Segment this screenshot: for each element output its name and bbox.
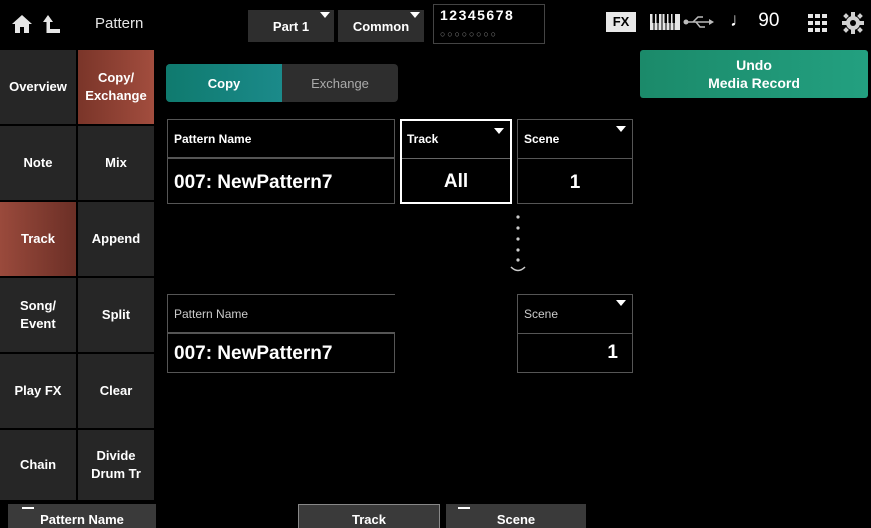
source-track-field[interactable]: Track All: [400, 119, 512, 204]
tempo-value: 90: [758, 10, 780, 31]
tab-label-2: Drum Tr: [91, 466, 141, 481]
page-title: Pattern: [95, 15, 144, 32]
tab-mix[interactable]: Mix: [78, 126, 156, 202]
gear-icon[interactable]: [842, 12, 864, 39]
back-arrow-icon[interactable]: [40, 12, 64, 36]
bottom-pattern-name-button[interactable]: Pattern Name: [8, 504, 156, 528]
undo-label: Undo: [736, 57, 772, 73]
track-numbers: 12345678: [440, 7, 515, 23]
keyboard-icon: [650, 12, 680, 37]
tab-label: Mix: [105, 155, 127, 170]
tab-overview[interactable]: Overview: [0, 50, 78, 126]
tab-label-2: Exchange: [85, 88, 147, 103]
copy-mode-button[interactable]: Copy: [166, 64, 282, 102]
tab-label: Clear: [99, 383, 133, 398]
mode-toggle: Copy Exchange: [166, 64, 398, 102]
fx-indicator: FX: [606, 12, 636, 32]
bottom-pattern-name-label: Pattern Name: [40, 511, 124, 527]
common-select[interactable]: Common: [338, 10, 424, 42]
tab-label-2: Event: [20, 316, 56, 331]
usb-icon: [683, 14, 715, 35]
dest-scene-value: 1: [607, 342, 618, 363]
part-label: Part 1: [272, 18, 310, 34]
chevron-down-icon: [616, 126, 626, 132]
bottom-track-label: Track: [352, 512, 386, 527]
tab-label: Overview: [9, 79, 67, 94]
dest-pattern-name-field[interactable]: 007: NewPattern7: [167, 333, 395, 373]
tab-divide-drum-tr[interactable]: Divide Drum Tr: [78, 430, 156, 502]
divider: [518, 158, 632, 159]
tab-song-event[interactable]: Song/Event: [0, 278, 78, 354]
divider: [402, 158, 510, 159]
part-select[interactable]: Part 1: [248, 10, 334, 42]
tab-clear[interactable]: Clear: [78, 354, 156, 430]
bottom-track-button[interactable]: Track: [298, 504, 440, 528]
common-label: Common: [352, 18, 410, 34]
tab-label: Song/: [19, 298, 57, 313]
bottom-scene-button[interactable]: Scene: [446, 504, 586, 528]
source-scene-label: Scene: [524, 132, 560, 146]
chevron-down-icon: [616, 300, 626, 306]
grid-icon[interactable]: [808, 14, 828, 37]
track-indicator: 12345678 ○○○○○○○○: [433, 4, 545, 44]
tab-label: Play FX: [14, 383, 62, 398]
source-pattern-name-value: 007: NewPattern7: [174, 172, 333, 193]
tab-chain[interactable]: Chain: [0, 430, 78, 502]
tab-label: Append: [91, 231, 141, 246]
tab-label: Divide: [96, 448, 136, 463]
tab-note[interactable]: Note: [0, 126, 78, 202]
dest-scene-field[interactable]: Scene 1: [517, 294, 633, 373]
tab-track[interactable]: Track: [0, 202, 78, 278]
chevron-down-icon: [494, 128, 504, 134]
tempo-display[interactable]: ♩ 90: [730, 10, 779, 32]
tab-label: Copy/: [97, 70, 135, 85]
divider: [518, 333, 632, 334]
dest-pattern-name-header: Pattern Name: [167, 294, 395, 333]
dest-scene-label: Scene: [524, 307, 559, 321]
undo-sub-label: Media Record: [708, 75, 800, 91]
copy-direction-arrow-icon: [508, 214, 528, 276]
tab-label: Track: [21, 231, 55, 246]
knob-indicator: [22, 507, 34, 509]
top-bar: Pattern Part 1 Common 12345678 ○○○○○○○○ …: [0, 0, 871, 50]
source-pattern-name-header: Pattern Name: [167, 119, 395, 158]
knob-indicator: [458, 507, 470, 509]
tab-play-fx[interactable]: Play FX: [0, 354, 78, 430]
source-track-value: All: [443, 171, 469, 192]
source-scene-field[interactable]: Scene 1: [517, 119, 633, 204]
note-icon: ♩: [730, 10, 749, 31]
tab-append[interactable]: Append: [78, 202, 156, 278]
source-pattern-name-field[interactable]: 007: NewPattern7: [167, 158, 395, 204]
bottom-scene-label: Scene: [496, 511, 536, 527]
exchange-mode-button[interactable]: Exchange: [282, 64, 398, 102]
tab-label: Chain: [19, 457, 57, 472]
home-icon[interactable]: [10, 12, 34, 36]
dest-pattern-name-label: Pattern Name: [174, 307, 249, 321]
tab-label: Note: [23, 155, 53, 170]
source-track-label: Track: [407, 132, 439, 146]
dest-pattern-name-value: 007: NewPattern7: [174, 343, 333, 364]
undo-button[interactable]: Undo Media Record: [640, 50, 868, 98]
tab-copy-exchange[interactable]: Copy/Exchange: [78, 50, 156, 126]
source-scene-value: 1: [569, 172, 581, 193]
tab-split[interactable]: Split: [78, 278, 156, 354]
source-pattern-name-label: Pattern Name: [174, 132, 252, 146]
track-dots: ○○○○○○○○: [440, 29, 498, 39]
tab-label: Split: [101, 307, 131, 322]
